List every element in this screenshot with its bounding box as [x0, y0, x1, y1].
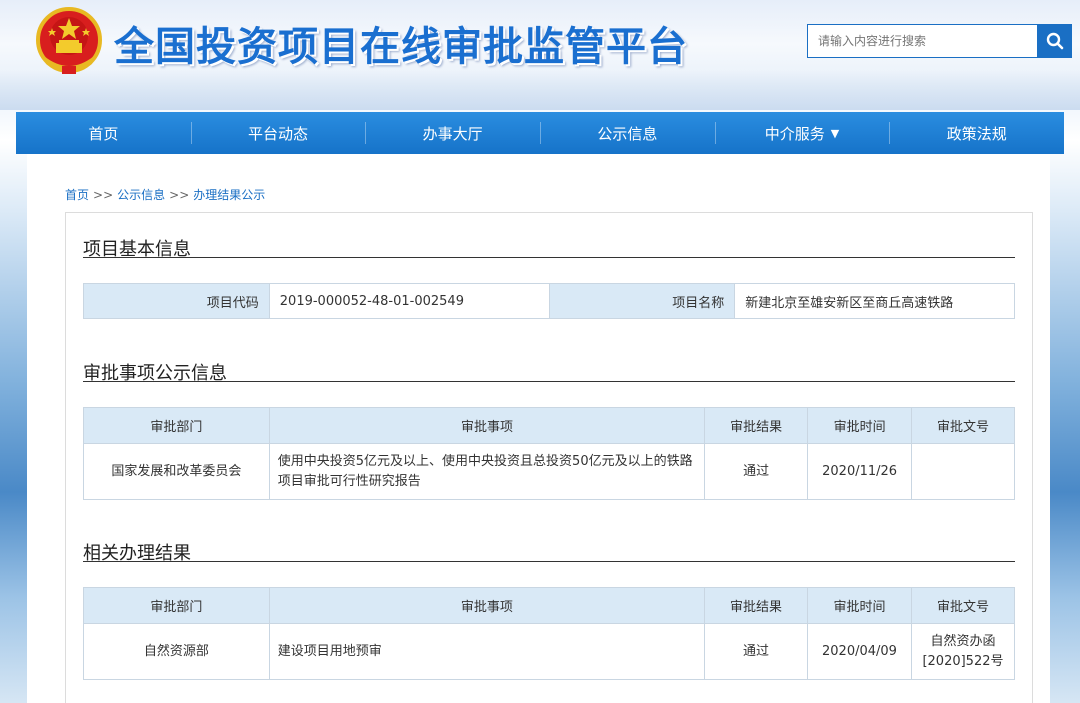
related-dept-cell: 自然资源部	[83, 623, 270, 680]
table-row: 自然资源部 建设项目用地预审 通过 2020/04/09 自然资办函[2020]…	[83, 623, 1016, 680]
header-decoration	[0, 70, 1080, 110]
nav-item-intermediary-services[interactable]: 中介服务 ▼	[714, 112, 890, 154]
section-divider	[83, 381, 1015, 382]
approval-dept-cell: 国家发展和改革委员会	[83, 443, 270, 500]
related-result-cell: 通过	[704, 623, 808, 680]
table-header-row: 审批部门 审批事项 审批结果 审批时间 审批文号	[83, 587, 1016, 624]
related-doc-no-cell: 自然资办函[2020]522号	[910, 623, 1016, 680]
breadcrumb-separator: >>	[169, 188, 190, 202]
nav-item-service-hall[interactable]: 办事大厅	[365, 112, 540, 154]
caret-down-icon: ▼	[830, 126, 840, 140]
breadcrumb: 首页 >> 公示信息 >> 办理结果公示	[65, 186, 265, 203]
column-header: 审批结果	[704, 407, 809, 444]
site-title: 全国投资项目在线审批监管平台	[114, 24, 688, 70]
approval-item-cell: 使用中央投资5亿元及以上、使用中央投资且总投资50亿元及以上的铁路项目审批可行性…	[268, 443, 706, 500]
column-header: 审批文号	[910, 587, 1016, 624]
nav-item-label: 中介服务	[764, 124, 825, 143]
column-header: 审批文号	[911, 407, 1015, 444]
site-header: 全国投资项目在线审批监管平台	[0, 0, 1080, 110]
breadcrumb-current[interactable]: 办理结果公示	[193, 188, 265, 202]
column-header: 审批部门	[83, 407, 270, 444]
table-header-row: 审批部门 审批事项 审批结果 审批时间 审批文号	[83, 407, 1015, 444]
approval-table: 审批部门 审批事项 审批结果 审批时间 审批文号 国家发展和改革委员会 使用中央…	[83, 407, 1015, 500]
nav-item-label: 办事大厅	[422, 124, 483, 143]
project-name-label: 项目名称	[548, 283, 736, 319]
approval-date-cell: 2020/11/26	[807, 443, 913, 500]
column-header: 审批事项	[268, 407, 706, 444]
nav-item-label: 公示信息	[597, 124, 658, 143]
section-divider	[83, 561, 1015, 562]
approval-doc-no-cell	[911, 443, 1015, 500]
column-header: 审批时间	[807, 587, 912, 624]
search-button[interactable]	[1038, 24, 1072, 58]
column-header: 审批结果	[704, 587, 808, 624]
nav-item-label: 首页	[88, 124, 119, 143]
breadcrumb-home-link[interactable]: 首页	[65, 188, 89, 202]
related-date-cell: 2020/04/09	[807, 623, 912, 680]
nav-item-public-info[interactable]: 公示信息	[540, 112, 715, 154]
section-divider	[83, 257, 1015, 258]
column-header: 审批时间	[807, 407, 913, 444]
project-info-table: 项目代码 2019-000052-48-01-002549 项目名称 新建北京至…	[83, 283, 1015, 319]
breadcrumb-separator: >>	[93, 188, 114, 202]
national-emblem-icon[interactable]	[34, 6, 104, 78]
project-code-value: 2019-000052-48-01-002549	[268, 283, 550, 319]
project-name-value: 新建北京至雄安新区至商丘高速铁路	[734, 283, 1015, 319]
nav-item-home[interactable]: 首页	[16, 112, 191, 154]
nav-item-platform-news[interactable]: 平台动态	[190, 112, 366, 154]
nav-item-label: 政策法规	[946, 124, 1007, 143]
nav-item-label: 平台动态	[248, 124, 309, 143]
related-results-table: 审批部门 审批事项 审批结果 审批时间 审批文号 自然资源部 建设项目用地预审 …	[83, 587, 1016, 680]
main-content: 首页 >> 公示信息 >> 办理结果公示 项目基本信息 项目代码 2019-000052…	[27, 154, 1050, 703]
result-panel: 项目基本信息 项目代码 2019-000052-48-01-002549 项目名…	[65, 212, 1033, 703]
breadcrumb-public-info-link[interactable]: 公示信息	[117, 188, 165, 202]
column-header: 审批部门	[83, 587, 270, 624]
project-code-label: 项目代码	[83, 283, 270, 319]
related-item-cell: 建设项目用地预审	[268, 623, 706, 680]
approval-result-cell: 通过	[704, 443, 809, 500]
search-input[interactable]	[807, 24, 1038, 58]
table-row: 项目代码 2019-000052-48-01-002549 项目名称 新建北京至…	[83, 283, 1015, 319]
main-nav: 首页 平台动态 办事大厅 公示信息 中介服务 ▼ 政策法规	[16, 112, 1064, 154]
search-icon	[1046, 32, 1064, 50]
column-header: 审批事项	[268, 587, 706, 624]
nav-item-policies[interactable]: 政策法规	[889, 112, 1064, 154]
table-row: 国家发展和改革委员会 使用中央投资5亿元及以上、使用中央投资且总投资50亿元及以…	[83, 443, 1015, 500]
